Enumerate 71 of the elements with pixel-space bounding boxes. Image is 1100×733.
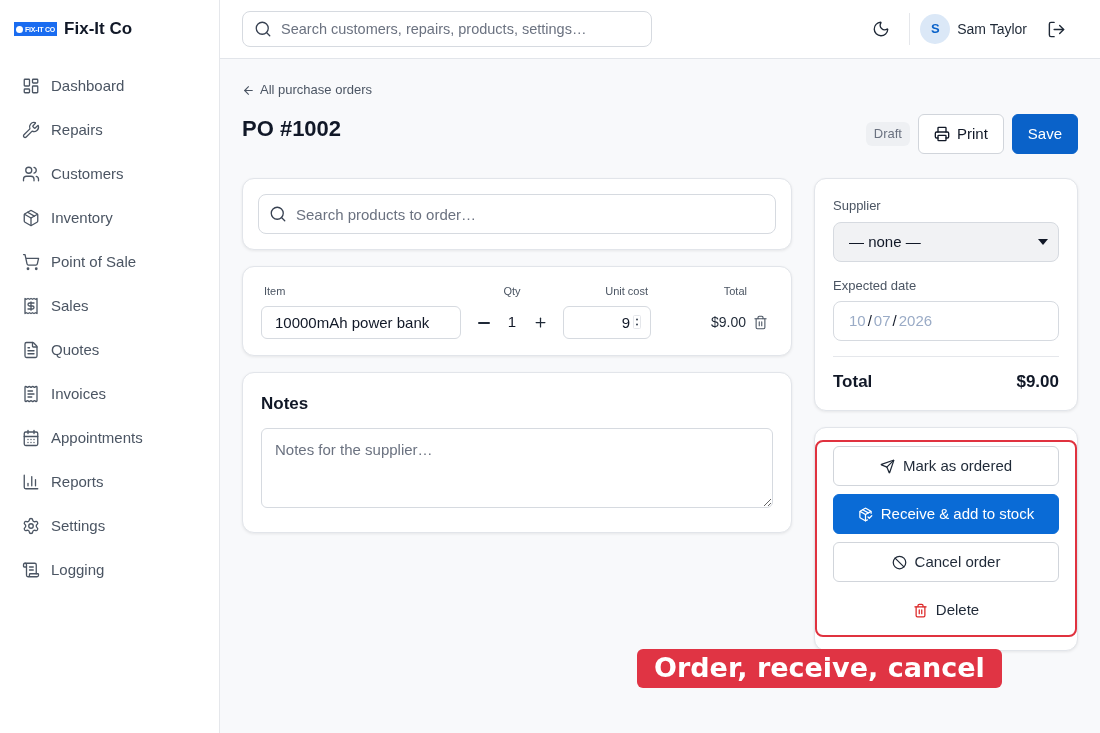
notes-textarea[interactable]: Notes for the supplier… bbox=[261, 428, 773, 508]
users-icon bbox=[22, 165, 40, 183]
printer-icon bbox=[933, 126, 950, 142]
save-button[interactable]: Save bbox=[1011, 114, 1078, 154]
box-check-icon bbox=[857, 506, 873, 522]
nav-item[interactable]: Inventory bbox=[0, 196, 219, 240]
supplier-select[interactable]: — none — bbox=[833, 222, 1059, 262]
notes-title: Notes bbox=[261, 393, 310, 415]
cart-icon bbox=[22, 253, 40, 271]
search-field[interactable]: Search customers, repairs, products, settings… bbox=[242, 11, 652, 47]
settings-icon bbox=[22, 517, 40, 535]
trash-icon bbox=[753, 315, 768, 330]
nav-item[interactable]: Appointments bbox=[0, 416, 219, 460]
avatar: S bbox=[920, 14, 951, 44]
caret-icon bbox=[1038, 239, 1048, 245]
status-badge: Draft bbox=[865, 122, 910, 146]
line-total: $9.00 bbox=[710, 313, 746, 332]
document-icon bbox=[22, 341, 40, 359]
spinner-icon bbox=[633, 315, 641, 329]
box-icon bbox=[22, 209, 40, 227]
delete-item-button[interactable] bbox=[753, 315, 768, 330]
minus-icon bbox=[478, 321, 490, 324]
search-icon bbox=[254, 20, 272, 38]
column-header: Qty bbox=[503, 285, 521, 297]
unit-cost-input[interactable]: 9 bbox=[563, 306, 651, 339]
scroll-icon bbox=[22, 561, 40, 579]
page-title: PO #1002 bbox=[242, 115, 342, 143]
wrench-icon bbox=[22, 121, 40, 139]
product-search-field[interactable]: Search products to order… bbox=[258, 194, 776, 234]
action-button[interactable]: Cancel order bbox=[833, 542, 1059, 582]
arrow-left-icon bbox=[242, 83, 255, 97]
action-button[interactable]: Mark as ordered bbox=[833, 446, 1059, 486]
quantity-value: 1 bbox=[507, 312, 517, 333]
nav-item[interactable]: Settings bbox=[0, 504, 219, 548]
column-header: Unit cost bbox=[605, 285, 648, 297]
grid-icon bbox=[22, 77, 40, 95]
expected-date-label: Expected date bbox=[833, 277, 918, 295]
moon-icon bbox=[872, 20, 891, 38]
nav-item[interactable]: Customers bbox=[0, 152, 219, 196]
nav-item[interactable]: Point of Sale bbox=[0, 240, 219, 284]
nav-item[interactable]: Quotes bbox=[0, 328, 219, 372]
brand-name: Fix-It Co bbox=[64, 18, 133, 41]
date-input[interactable]: 10/07/2026 bbox=[833, 301, 1059, 341]
column-header: Total bbox=[723, 285, 747, 297]
ban-icon bbox=[891, 554, 907, 570]
user-name: Sam Taylor bbox=[957, 19, 1027, 39]
callout-label: Order, receive, cancel bbox=[637, 649, 1002, 688]
receipt-icon bbox=[22, 385, 40, 403]
receipt-icon bbox=[22, 297, 40, 315]
send-icon bbox=[879, 458, 895, 474]
nav-item[interactable]: Logging bbox=[0, 548, 219, 592]
nav-item[interactable]: Invoices bbox=[0, 372, 219, 416]
search-icon bbox=[269, 205, 287, 223]
nav-item[interactable]: Dashboard bbox=[0, 64, 219, 108]
trash-icon bbox=[912, 602, 928, 618]
delete-button[interactable]: Delete bbox=[833, 590, 1059, 630]
item-name-input[interactable]: 10000mAh power bank bbox=[261, 306, 461, 339]
logout-icon bbox=[1046, 19, 1066, 39]
column-header: Item bbox=[264, 285, 286, 297]
nav-item[interactable]: Reports bbox=[0, 460, 219, 504]
total-label: Total bbox=[833, 371, 873, 393]
print-button[interactable]: Print bbox=[917, 114, 1004, 154]
total-value: $9.00 bbox=[1016, 371, 1059, 393]
plus-icon bbox=[532, 315, 548, 330]
calendar-icon bbox=[22, 429, 40, 447]
bar-chart-icon bbox=[22, 473, 40, 491]
nav-item[interactable]: Repairs bbox=[0, 108, 219, 152]
back-link[interactable]: All purchase orders bbox=[242, 82, 372, 98]
action-button[interactable]: Receive & add to stock bbox=[833, 494, 1059, 534]
nav-item[interactable]: Sales bbox=[0, 284, 219, 328]
supplier-label: Supplier bbox=[833, 197, 882, 215]
